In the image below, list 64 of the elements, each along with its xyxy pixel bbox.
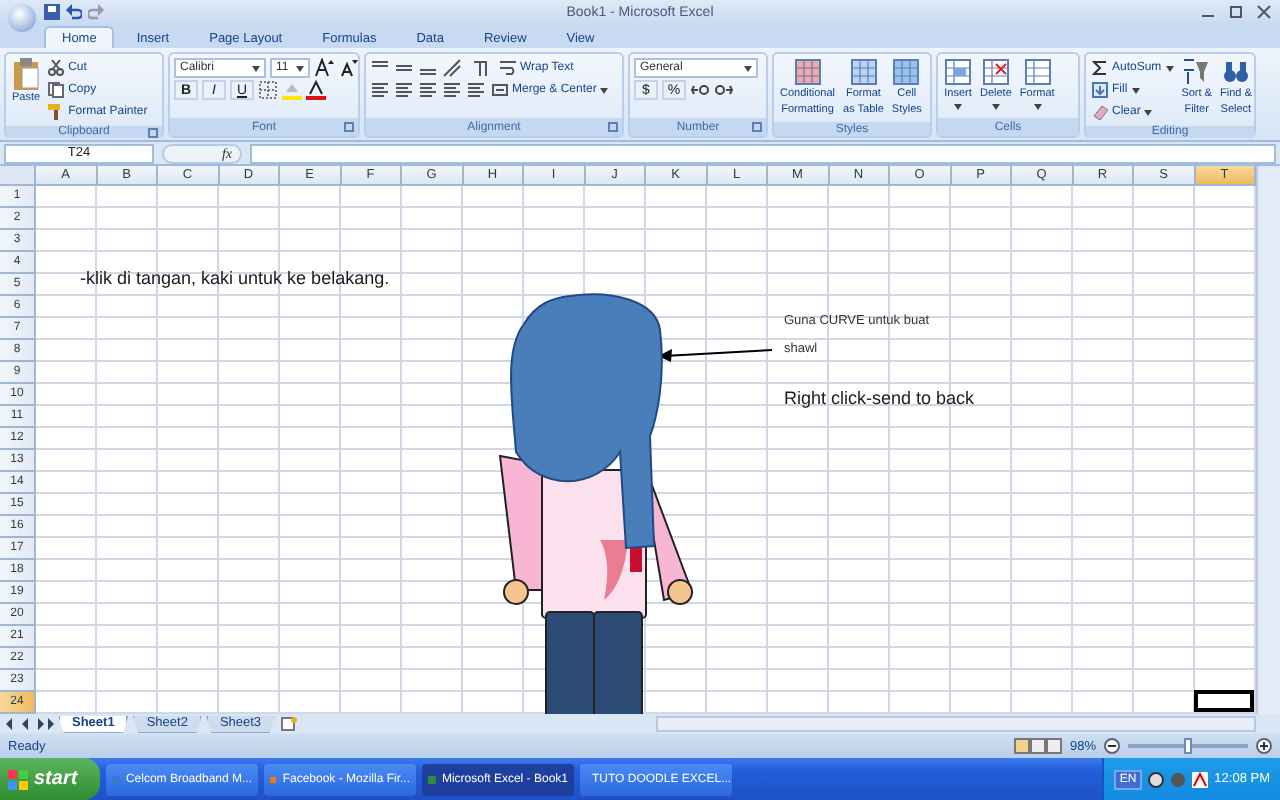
app-icon [428, 771, 436, 787]
caret-icon [954, 104, 962, 110]
caret-icon [1165, 65, 1174, 71]
scissors-icon [48, 60, 65, 76]
decimal-decrease-icon[interactable] [714, 80, 734, 100]
undo-icon[interactable] [66, 4, 82, 20]
wrap-text-icon [500, 60, 516, 76]
merge-cells-icon [492, 82, 508, 98]
zoom-thumb[interactable] [1184, 738, 1192, 754]
app-icon [270, 771, 277, 787]
maximize-icon[interactable] [1228, 4, 1244, 20]
binoculars-icon [1221, 58, 1250, 86]
cells-grid-icon [981, 58, 1010, 86]
formula-input[interactable] [250, 143, 1276, 163]
fill-down-icon [1092, 82, 1108, 98]
shrink-font-icon[interactable] [338, 58, 358, 78]
app-icon [112, 771, 120, 787]
tray-icon[interactable] [1192, 771, 1209, 787]
grow-font-icon[interactable] [314, 58, 334, 78]
text-orientation-icon[interactable] [442, 58, 466, 78]
caret-icon [296, 65, 304, 71]
dialog-launcher-icon[interactable] [752, 122, 762, 132]
vertical-scrollbar[interactable] [1256, 186, 1280, 714]
borders-icon[interactable] [258, 80, 278, 100]
dialog-launcher-icon[interactable] [344, 122, 354, 132]
note-text: Right click-send to back [784, 388, 975, 408]
caret-icon [1144, 109, 1153, 115]
sigma-icon [1092, 60, 1108, 76]
caret-icon [1131, 87, 1140, 93]
font-color-icon[interactable] [306, 80, 326, 100]
eraser-icon [1092, 104, 1108, 120]
table-grid-icon [892, 58, 921, 86]
copy-icon [48, 82, 65, 98]
horizontal-scrollbar[interactable] [656, 716, 1256, 732]
align-icon[interactable] [466, 80, 486, 100]
dialog-launcher-icon[interactable] [608, 122, 618, 132]
windows-logo-icon [8, 769, 28, 789]
caret-icon [252, 65, 260, 71]
table-grid-icon [849, 58, 878, 86]
align-icon[interactable] [394, 80, 414, 100]
brush-icon [48, 104, 65, 120]
decimal-increase-icon[interactable] [690, 80, 710, 100]
caret-icon [600, 87, 609, 93]
page-views-icon[interactable] [1013, 738, 1062, 754]
cells-grid-icon [1023, 58, 1052, 86]
table-grid-icon [793, 58, 822, 86]
dialog-launcher-icon[interactable] [148, 127, 158, 137]
new-sheet-icon[interactable] [279, 716, 298, 732]
align-icon[interactable] [370, 80, 390, 100]
save-icon[interactable] [44, 4, 60, 20]
note-text: -klik di tangan, kaki untuk ke belakang. [80, 268, 390, 288]
cells-grid-icon [944, 58, 972, 86]
caret-icon [1033, 104, 1042, 110]
clipboard-icon [12, 58, 41, 90]
fill-color-icon[interactable] [282, 80, 302, 100]
sheet-nav-icon[interactable] [6, 718, 54, 730]
sort-filter-icon [1182, 58, 1211, 86]
caret-icon [744, 65, 752, 71]
zoom-in-icon[interactable] [1256, 738, 1272, 754]
zoom-out-icon[interactable] [1104, 738, 1120, 754]
align-icon[interactable] [418, 80, 438, 100]
close-icon[interactable] [1256, 4, 1272, 20]
caret-icon [991, 104, 1000, 110]
align-icon[interactable] [442, 80, 462, 100]
